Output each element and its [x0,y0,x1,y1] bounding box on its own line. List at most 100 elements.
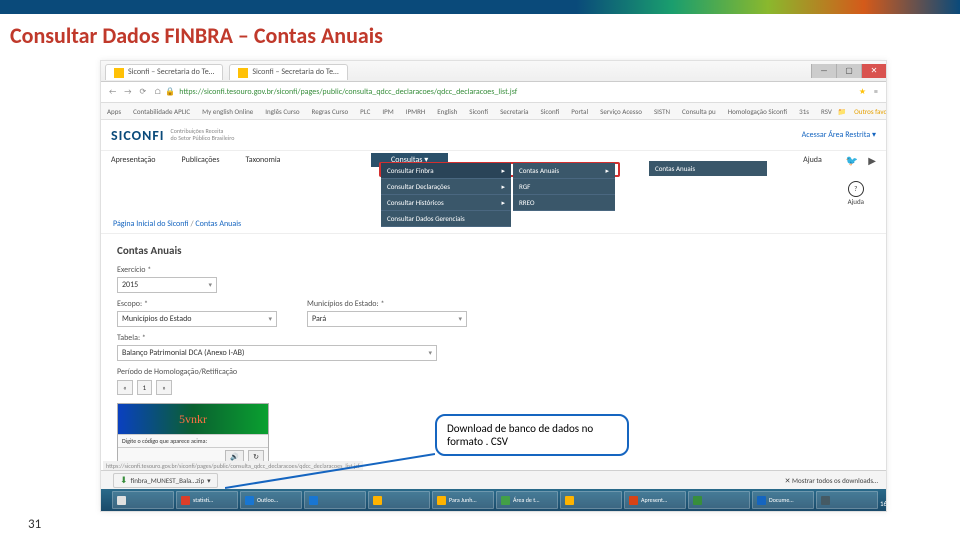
bookmark[interactable]: IPMRH [406,107,426,116]
url-text[interactable]: https://siconfi.tesouro.gov.br/siconfi/p… [175,87,855,97]
menu-taxonomia[interactable]: Taxonomia [246,155,281,165]
favicon-icon [238,68,248,78]
bookmark[interactable]: IPM [382,107,393,116]
label-escopo: Escopo: * [117,299,277,309]
bookmark[interactable]: Apps [107,107,121,116]
reload-button[interactable]: ⟳ [136,87,151,97]
back-button[interactable]: ← [105,87,120,97]
minimize-button[interactable]: — [811,64,836,78]
bookmark[interactable]: RSV [821,107,832,116]
maximize-button[interactable]: ▢ [836,64,861,78]
pager-next[interactable]: » [156,380,172,395]
browser-tab[interactable]: Siconfi – Secretaria do Te… [229,64,347,79]
youtube-icon[interactable]: ▶ [868,154,876,167]
field-municipios: Municípios do Estado: * Pará [307,299,467,327]
taskbar-app-icon [629,496,638,505]
select-municipios[interactable]: Pará [307,311,467,327]
favicon-icon [114,68,124,78]
browser-tabstrip: Siconfi – Secretaria do Te… Siconfi – Se… [101,61,886,82]
bookmark[interactable]: Contabilidade APLIC [133,107,190,116]
menu-icon[interactable]: ≡ [870,87,882,97]
taskbar-app-icon [309,496,318,505]
taskbar-item[interactable] [688,491,750,509]
pager-page-1[interactable]: 1 [137,380,153,395]
bookmark[interactable]: 31s [799,107,809,116]
dropdown-consultar-historicos[interactable]: Consultar Históricos▸ [381,195,511,211]
start-button[interactable] [105,492,106,508]
twitter-icon[interactable]: 🐦 [846,154,858,167]
taskbar-app-label: Apresent… [641,496,667,504]
other-bookmarks[interactable]: 📁 Outros favoritos [838,107,886,116]
bookmark[interactable]: My english Online [202,107,253,116]
bookmark[interactable]: SISTN [654,107,670,116]
taskbar-item[interactable]: statisti… [176,491,238,509]
bookmark[interactable]: Homologação Siconfi [728,107,787,116]
site-logo: SICONFI [111,127,165,144]
finbra-submenu: Contas Anuais▸ RGF RREO [513,163,615,211]
download-bar: ⬇finbra_MUNEST_Bala…zip ▾ ✕ Mostrar todo… [101,470,886,489]
bookmarks-bar: Apps Contabilidade APLIC My english Onli… [101,103,886,120]
taskbar-app-icon [373,496,382,505]
taskbar-item[interactable]: Área de t… [496,491,558,509]
taskbar-item[interactable] [112,491,174,509]
close-button[interactable]: ✕ [861,64,886,78]
callout-box: Download de banco de dados no formato . … [435,414,629,456]
taskbar-item[interactable]: Outloo… [240,491,302,509]
help-widget[interactable]: ?Ajuda [848,181,864,206]
bookmark[interactable]: PLC [360,107,370,116]
captcha-hint: Digite o código que aparece acima: [118,434,268,447]
taskbar-app-icon [437,496,446,505]
forward-button[interactable]: → [120,87,135,97]
bookmark[interactable]: Siconfi [469,107,488,116]
bookmark[interactable]: Serviço Acesso [600,107,642,116]
pager-prev[interactable]: « [117,380,133,395]
window-controls: — ▢ ✕ [811,64,886,78]
browser-tab[interactable]: Siconfi – Secretaria do Te… [105,64,223,79]
download-arrow-icon: ⬇ [120,475,128,486]
dropdown-consultar-finbra[interactable]: Consultar Finbra▸ [381,163,511,179]
download-filename: finbra_MUNEST_Bala…zip [131,476,205,485]
breadcrumb-current: Contas Anuais [195,219,241,229]
label-municipios: Municípios do Estado: * [307,299,467,309]
taskbar-item[interactable] [816,491,878,509]
bookmark[interactable]: Consulta pu [682,107,716,116]
show-all-downloads[interactable]: ✕ Mostrar todos os downloads… [785,476,878,485]
breadcrumb-home[interactable]: Página Inicial do Siconfi [113,219,189,229]
taskbar-item[interactable]: Docume… [752,491,814,509]
select-exercicio[interactable]: 2015 [117,277,217,293]
taskbar-item[interactable] [304,491,366,509]
bookmark[interactable]: Regras Curso [312,107,349,116]
taskbar-item[interactable]: Apresent… [624,491,686,509]
submenu-rgf[interactable]: RGF [513,179,615,195]
submenu-leaf-contas-anuais[interactable]: Contas Anuais [649,161,767,176]
taskbar-item[interactable]: Para Junh… [432,491,494,509]
field-periodo: Período de Homologação/Retificação « 1 » [117,367,870,395]
download-chip[interactable]: ⬇finbra_MUNEST_Bala…zip ▾ [113,473,218,488]
taskbar-clock[interactable]: 10:3616/08/2016 [880,492,886,508]
taskbar-app-icon [565,496,574,505]
restricted-area-link[interactable]: Acessar Área Restrita ▾ [802,130,876,140]
dropdown-consultar-dados-gerenciais[interactable]: Consultar Dados Gerenciais [381,211,511,227]
bookmark[interactable]: Inglês Curso [265,107,299,116]
menu-apresentacao[interactable]: Apresentação [111,155,156,165]
submenu-rreo[interactable]: RREO [513,195,615,211]
dropdown-consultar-declaracoes[interactable]: Consultar Declarações▸ [381,179,511,195]
bookmark[interactable]: Siconfi [541,107,560,116]
select-tabela[interactable]: Balanço Patrimonial DCA (Anexo I-AB) [117,345,437,361]
bookmark[interactable]: Portal [571,107,588,116]
select-escopo[interactable]: Municípios do Estado [117,311,277,327]
home-button[interactable]: ⌂ [150,87,165,97]
menu-publicacoes[interactable]: Publicações [182,155,220,165]
taskbar-item[interactable] [368,491,430,509]
slide-accent-bar [0,0,960,14]
submenu-contas-anuais[interactable]: Contas Anuais▸ [513,163,615,179]
taskbar-app-icon [757,496,766,505]
taskbar-item[interactable] [560,491,622,509]
bookmark[interactable]: Secretaria [500,107,528,116]
label-tabela: Tabela: * [117,333,870,343]
menu-ajuda[interactable]: Ajuda [803,155,822,165]
bookmark[interactable]: English [437,107,457,116]
taskbar-app-icon [181,496,190,505]
bookmark-star-icon[interactable]: ★ [855,87,870,97]
pager: « 1 » [117,380,870,395]
